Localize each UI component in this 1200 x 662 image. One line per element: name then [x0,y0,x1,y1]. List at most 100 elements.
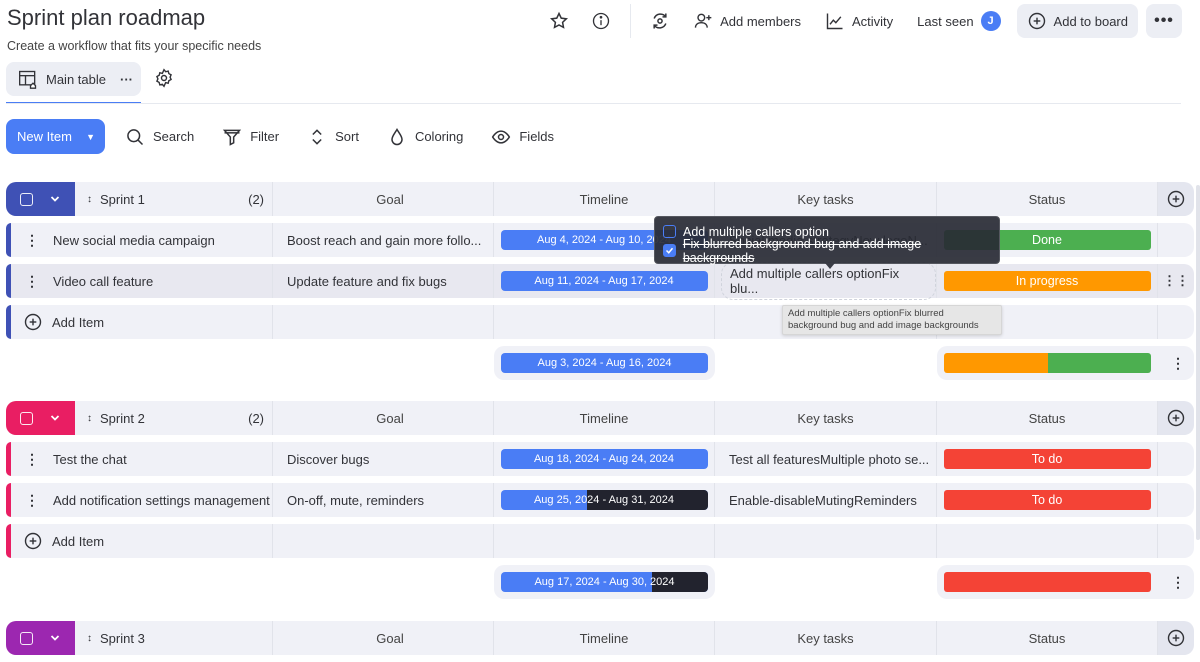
group-count: (2) [248,410,264,426]
coloring-button[interactable]: Coloring [387,127,463,147]
column-header-key-tasks[interactable]: Key tasks [715,401,937,435]
add-to-board-button[interactable]: Add to board [1016,4,1138,38]
timeline-pill[interactable]: Aug 18, 2024 - Aug 24, 2024 [500,449,708,469]
column-header-status[interactable]: Status [937,621,1158,655]
caret-down-icon[interactable]: ▼ [86,132,95,142]
group-sprint-3: ↕ Sprint 3 Goal Timeline Key tasks Status [6,621,1196,655]
drag-grip-icon[interactable]: ⋮⋮ [1158,264,1194,298]
column-header-timeline[interactable]: Timeline [494,621,715,655]
sync-icon[interactable] [646,7,674,35]
last-seen-button[interactable]: Last seen J [905,4,1012,38]
status-segment-in-progress [944,353,1048,373]
chevron-down-icon[interactable] [49,193,61,205]
column-header-goal[interactable]: Goal [273,621,494,655]
status-badge[interactable]: To do [943,490,1151,510]
row-menu-icon[interactable]: ⋮ [25,274,39,288]
column-header-key-tasks[interactable]: Key tasks [715,182,937,216]
table-row[interactable]: ⋮ Add notification settings management O… [6,483,1196,517]
tab-more-button[interactable]: ··· [120,72,133,87]
add-item-cell[interactable]: Add Item [11,305,273,339]
table-row[interactable]: ⋮ Test the chat Discover bugs Aug 18, 20… [6,442,1196,476]
drag-handle-icon[interactable]: ↕ [87,413,92,424]
empty-cell [273,305,494,339]
more-options-button[interactable]: ••• [1146,4,1182,38]
summary-menu-icon[interactable]: ⋮ [1171,356,1185,370]
column-header-goal[interactable]: Goal [273,182,494,216]
activity-label: Activity [852,13,894,29]
key-tasks-cell[interactable]: Enable-disableMutingReminders [715,483,937,517]
item-name-cell[interactable]: ⋮ New social media campaign [11,223,273,257]
vertical-scrollbar[interactable] [1196,185,1200,540]
empty-cell [494,524,715,558]
add-item-row[interactable]: Add Item [6,305,1196,339]
timeline-cell[interactable]: Aug 18, 2024 - Aug 24, 2024 [494,442,715,476]
group-color-handle[interactable] [6,401,75,435]
add-members-button[interactable]: Add members [681,4,813,38]
timeline-pill[interactable]: Aug 11, 2024 - Aug 17, 2024 [500,271,708,291]
key-tasks-cell[interactable]: Test all featuresMultiple photo se... [715,442,937,476]
add-column-button[interactable] [1158,182,1194,216]
table-row[interactable]: ⋮ Video call feature Update feature and … [6,262,1196,300]
group-name-cell[interactable]: ↕ Sprint 2 (2) [75,401,273,435]
row-menu-icon[interactable]: ⋮ [25,493,39,507]
column-header-status[interactable]: Status [937,182,1158,216]
group-name-cell[interactable]: ↕ Sprint 3 [75,621,273,655]
new-item-label: New Item [17,129,72,144]
row-menu-icon[interactable]: ⋮ [25,452,39,466]
status-cell[interactable]: In progress [937,264,1158,298]
status-cell[interactable]: To do [937,483,1158,517]
add-column-button[interactable] [1158,621,1194,655]
drag-handle-icon[interactable]: ↕ [87,633,92,644]
filter-button[interactable]: Filter [222,127,279,147]
sort-button[interactable]: Sort [307,127,359,147]
star-icon[interactable] [545,7,573,35]
status-cell[interactable]: To do [937,442,1158,476]
drag-handle-icon[interactable]: ↕ [87,194,92,205]
status-badge[interactable]: In progress [943,271,1151,291]
goal-cell[interactable]: Boost reach and gain more follo... [273,223,494,257]
select-all-checkbox[interactable] [20,631,33,645]
item-name-cell[interactable]: ⋮ Video call feature [11,264,273,298]
board-title: Sprint plan roadmap [7,5,206,30]
column-header-goal[interactable]: Goal [273,401,494,435]
goal-cell[interactable]: On-off, mute, reminders [273,483,494,517]
checkbox-checked[interactable] [663,244,676,257]
add-item-cell[interactable]: Add Item [11,524,273,558]
item-name: Test the chat [53,451,127,467]
popover-arrow [825,263,835,269]
tab-main-table[interactable]: Main table ··· [6,62,141,96]
summary-menu-icon[interactable]: ⋮ [1171,575,1185,589]
column-header-key-tasks[interactable]: Key tasks [715,621,937,655]
key-tasks-cell[interactable]: Add multiple callers optionFix blu... [715,262,937,300]
timeline-cell[interactable]: Aug 25, 2024 - Aug 31, 2024 [494,483,715,517]
add-item-row[interactable]: Add Item [6,524,1196,558]
column-header-timeline[interactable]: Timeline [494,182,715,216]
timeline-pill[interactable]: Aug 25, 2024 - Aug 31, 2024 [500,490,708,510]
status-badge[interactable]: To do [943,449,1151,469]
select-all-checkbox[interactable] [20,411,33,425]
item-name-cell[interactable]: ⋮ Add notification settings management [11,483,273,517]
fields-button[interactable]: Fields [491,127,554,147]
timeline-cell[interactable]: Aug 11, 2024 - Aug 17, 2024 [494,264,715,298]
chevron-down-icon[interactable] [49,412,61,424]
settings-gear-icon[interactable] [154,68,174,93]
row-menu-icon[interactable]: ⋮ [25,233,39,247]
column-header-status[interactable]: Status [937,401,1158,435]
group-name-cell[interactable]: ↕ Sprint 1 (2) [75,182,273,216]
select-all-checkbox[interactable] [20,192,33,206]
add-column-button[interactable] [1158,401,1194,435]
search-button[interactable]: Search [125,127,194,147]
column-header-timeline[interactable]: Timeline [494,401,715,435]
checklist-item[interactable]: Fix blurred background bug and add image… [663,237,991,265]
new-item-button[interactable]: New Item ▼ [6,119,105,154]
table-row[interactable]: ⋮ New social media campaign Boost reach … [6,223,1196,257]
group-color-handle[interactable] [6,621,75,655]
checkbox-unchecked[interactable] [663,225,676,238]
info-icon[interactable] [587,7,615,35]
group-color-handle[interactable] [6,182,75,216]
chevron-down-icon[interactable] [49,632,61,644]
goal-cell[interactable]: Update feature and fix bugs [273,264,494,298]
item-name-cell[interactable]: ⋮ Test the chat [11,442,273,476]
activity-button[interactable]: Activity [813,4,905,38]
goal-cell[interactable]: Discover bugs [273,442,494,476]
